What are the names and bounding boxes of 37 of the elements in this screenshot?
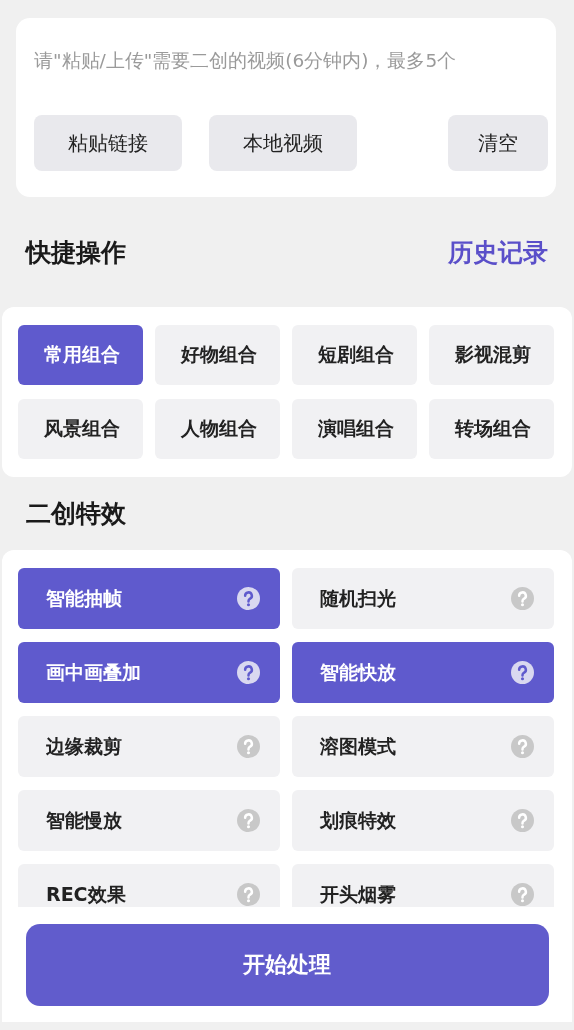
section-title: 二创特效 bbox=[26, 498, 126, 530]
upload-action-button[interactable]: 粘贴链接 bbox=[34, 115, 182, 171]
video-link-field[interactable]: 请"粘贴/上传"需要二创的视频(6分钟内)，最多5个 bbox=[34, 42, 554, 94]
effect-toggle[interactable]: 智能快放 bbox=[292, 642, 554, 703]
upload-action-button[interactable]: 本地视频 bbox=[209, 115, 357, 171]
combo-chip[interactable]: 演唱组合 bbox=[292, 399, 417, 459]
upload-card[interactable]: 请"粘贴/上传"需要二创的视频(6分钟内)，最多5个 粘贴链接 本地视频 清空 bbox=[16, 18, 556, 197]
combo-chip[interactable]: 短剧组合 bbox=[292, 325, 417, 385]
history-link[interactable]: 历史记录 bbox=[448, 235, 548, 269]
combo-chip[interactable]: 好物组合 bbox=[155, 325, 280, 385]
help-icon[interactable] bbox=[511, 735, 534, 758]
effect-toggle[interactable]: 随机扫光 bbox=[292, 568, 554, 629]
combo-chip[interactable]: 风景组合 bbox=[18, 399, 143, 459]
effect-toggle[interactable]: 溶图模式 bbox=[292, 716, 554, 777]
effect-toggle[interactable]: 开头烟雾 bbox=[292, 864, 554, 907]
effect-toggle[interactable]: 画中画叠加 bbox=[18, 642, 280, 703]
upload-action-button[interactable]: 清空 bbox=[448, 115, 548, 171]
start-button[interactable]: 开始处理 bbox=[25, 923, 549, 1006]
effect-toggle[interactable]: REC效果 bbox=[18, 864, 280, 907]
help-icon[interactable] bbox=[237, 883, 260, 906]
help-icon[interactable] bbox=[511, 883, 534, 906]
help-icon[interactable] bbox=[511, 587, 534, 610]
help-icon[interactable] bbox=[237, 587, 260, 610]
help-icon[interactable] bbox=[237, 661, 260, 684]
combo-chip[interactable]: 人物组合 bbox=[155, 399, 280, 459]
combo-chip[interactable]: 常用组合 bbox=[18, 325, 143, 385]
combo-chip[interactable]: 影视混剪 bbox=[429, 325, 554, 385]
effect-toggle[interactable]: 划痕特效 bbox=[292, 790, 554, 851]
help-icon[interactable] bbox=[237, 735, 260, 758]
section-title: 快捷操作 bbox=[26, 236, 126, 269]
effect-toggle[interactable]: 边缘裁剪 bbox=[18, 716, 280, 777]
combo-chip[interactable]: 转场组合 bbox=[429, 399, 554, 459]
help-icon[interactable] bbox=[511, 809, 534, 832]
help-icon[interactable] bbox=[237, 809, 260, 832]
help-icon[interactable] bbox=[511, 661, 534, 684]
effect-toggle[interactable]: 智能慢放 bbox=[18, 790, 280, 851]
effect-toggle[interactable]: 智能抽帧 bbox=[18, 568, 280, 629]
